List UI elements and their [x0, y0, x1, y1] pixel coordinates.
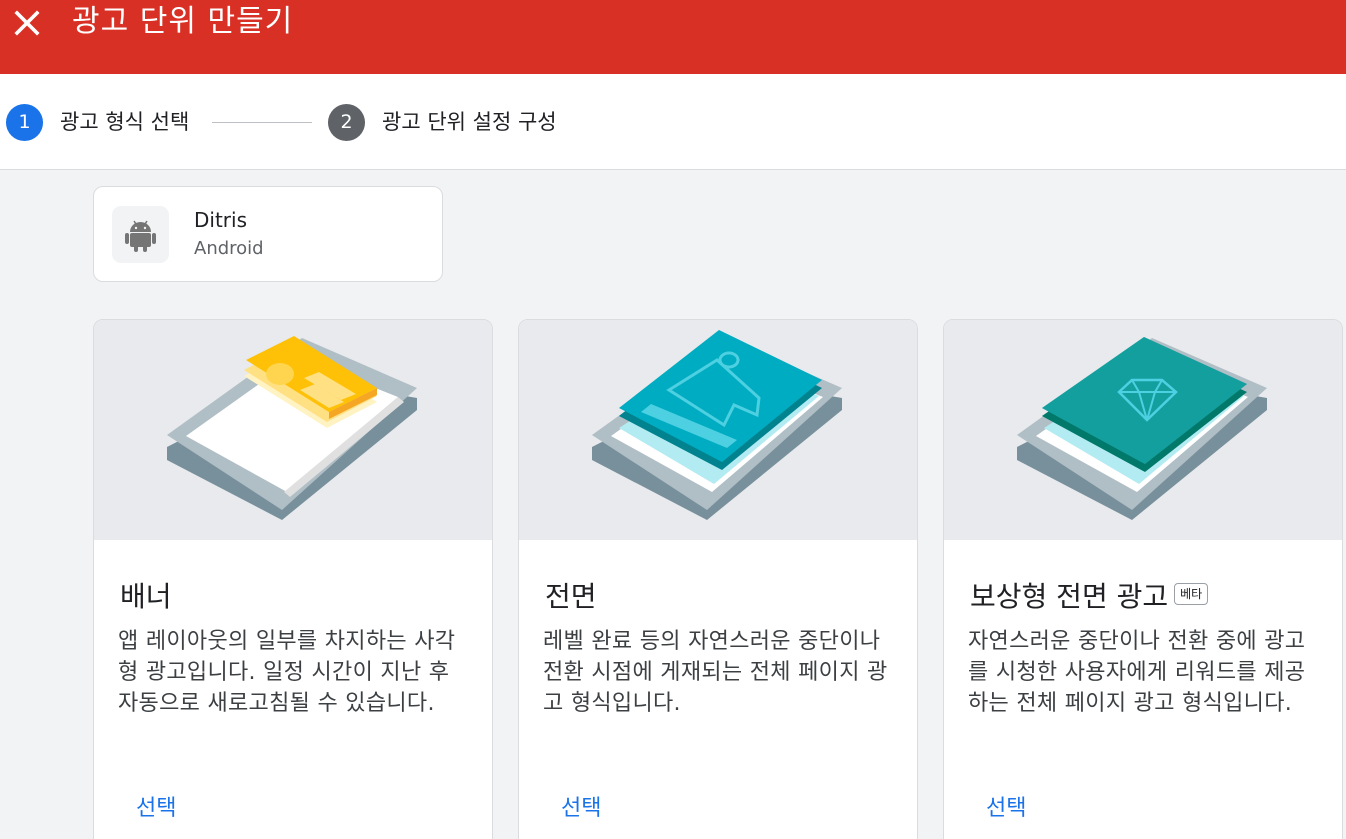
- banner-description: 앱 레이아웃의 일부를 차지하는 사각형 광고입니다. 일정 시간이 지난 후 …: [118, 629, 456, 716]
- rewarded-select-button[interactable]: 선택: [986, 790, 1026, 822]
- interstitial-title-text: 전면: [545, 580, 597, 613]
- app-platform: Android: [194, 238, 264, 259]
- top-app-bar: 광고 단위 만들기: [0, 0, 1346, 74]
- page-title: 광고 단위 만들기: [72, 4, 294, 39]
- beta-badge: 베타: [1174, 583, 1209, 605]
- step-2-label: 광고 단위 설정 구성: [382, 110, 557, 134]
- banner-title: 배너: [120, 575, 172, 615]
- interstitial-title: 전면: [545, 575, 597, 615]
- app-card: Ditris Android: [93, 186, 443, 282]
- banner-title-text: 배너: [120, 580, 172, 613]
- close-icon[interactable]: [8, 4, 46, 42]
- rewarded-title: 보상형 전면 광고 베타: [970, 575, 1209, 615]
- rewarded-description: 자연스러운 중단이나 전환 중에 광고를 시청한 사용자에게 리워드를 제공하는…: [968, 629, 1306, 716]
- close-button[interactable]: [8, 4, 46, 42]
- step-1-number: 1: [6, 104, 43, 141]
- interstitial-illustration: [519, 320, 917, 540]
- step-connector: [212, 122, 312, 123]
- step-2-number: 2: [328, 104, 365, 141]
- rewarded-illustration: [944, 320, 1342, 540]
- stepper: 1 광고 형식 선택 2 광고 단위 설정 구성: [0, 74, 1346, 170]
- rewarded-title-text: 보상형 전면 광고: [970, 580, 1169, 613]
- app-icon-box: [112, 206, 169, 263]
- format-card-rewarded-interstitial[interactable]: 보상형 전면 광고 베타 자연스러운 중단이나 전환 중에 광고를 시청한 사용자…: [943, 319, 1343, 839]
- step-1-label: 광고 형식 선택: [60, 110, 190, 134]
- banner-illustration: [94, 320, 492, 540]
- format-card-banner[interactable]: 배너 앱 레이아웃의 일부를 차지하는 사각형 광고입니다. 일정 시간이 지난…: [93, 319, 493, 839]
- app-name: Ditris: [194, 208, 247, 232]
- format-card-interstitial[interactable]: 전면 레벨 완료 등의 자연스러운 중단이나 전환 시점에 게재되는 전체 페이…: [518, 319, 918, 839]
- banner-select-button[interactable]: 선택: [136, 790, 176, 822]
- interstitial-description: 레벨 완료 등의 자연스러운 중단이나 전환 시점에 게재되는 전체 페이지 광…: [543, 629, 888, 716]
- interstitial-select-button[interactable]: 선택: [561, 790, 601, 822]
- android-icon: [125, 220, 156, 252]
